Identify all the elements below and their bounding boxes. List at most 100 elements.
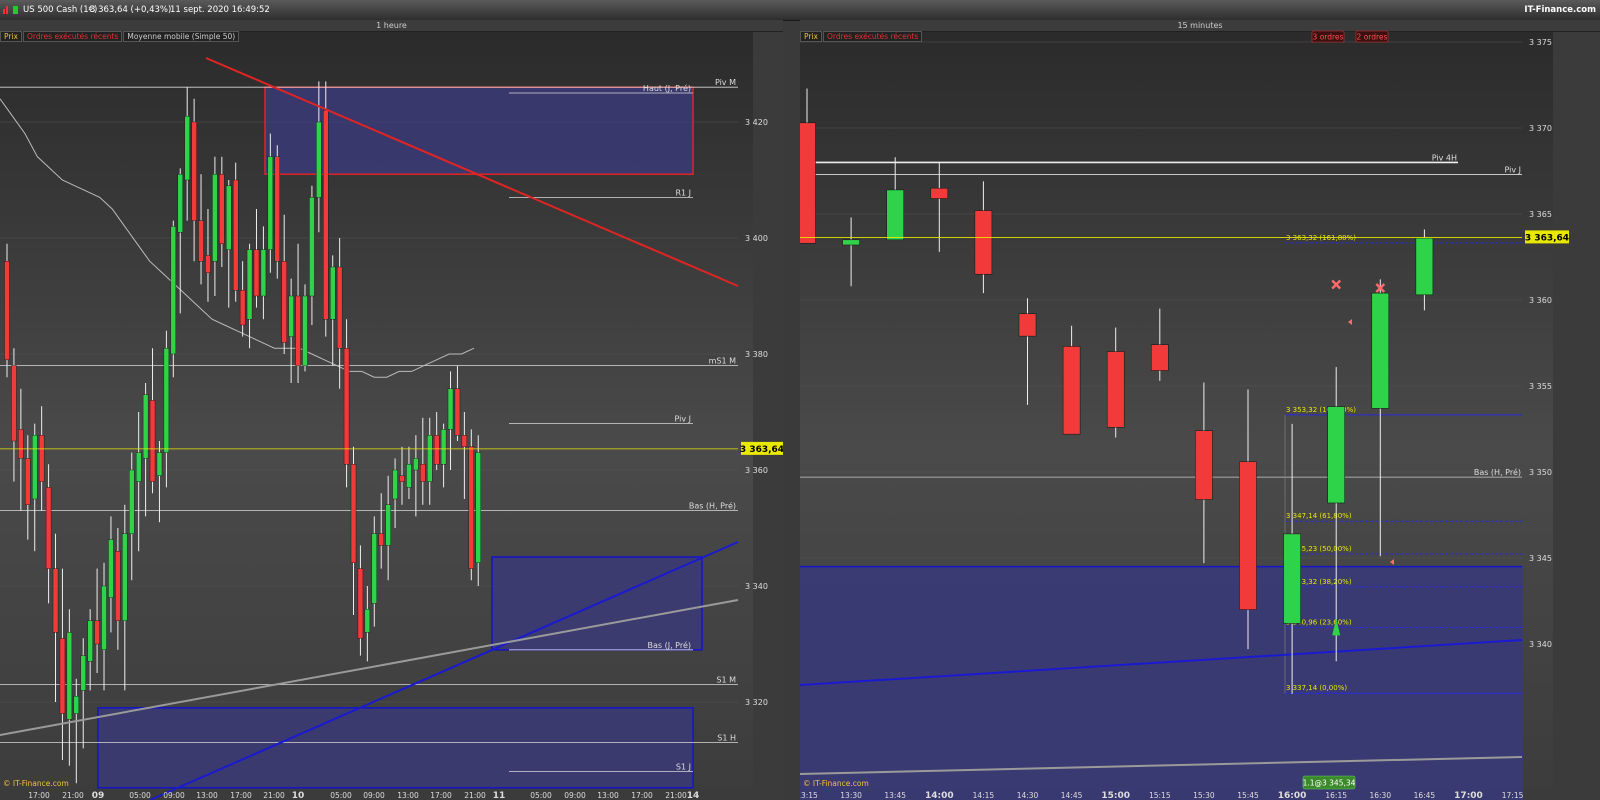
candle[interactable] (87, 620, 93, 662)
candle[interactable] (170, 226, 177, 355)
candle[interactable] (129, 469, 135, 534)
legend-recent-orders[interactable]: Ordres exécutés récents (823, 31, 923, 42)
candle[interactable] (1018, 313, 1037, 337)
candle[interactable] (1062, 346, 1081, 435)
intraday-chart-panel[interactable]: 15 minutes Piv 4H Piv J Bas (H, Pré) 3 363,… (800, 20, 1600, 800)
legend-price[interactable]: Prix (800, 31, 822, 42)
candle[interactable] (343, 348, 350, 465)
candle[interactable] (219, 173, 225, 244)
candle[interactable] (1151, 344, 1169, 371)
candle[interactable] (316, 121, 322, 198)
candle[interactable] (267, 156, 274, 250)
candle[interactable] (413, 458, 419, 471)
candle[interactable] (149, 400, 156, 482)
candle[interactable] (281, 260, 287, 343)
candle[interactable] (25, 458, 31, 505)
candle[interactable] (260, 249, 267, 297)
candle[interactable] (66, 632, 73, 720)
candle[interactable] (309, 197, 315, 297)
candle[interactable] (930, 187, 949, 199)
candle[interactable] (302, 295, 308, 366)
level-label: Piv M (715, 78, 736, 87)
hourly-chart[interactable]: Piv M Haut (J, Pré) R1 J mS1 M Piv J Bas (H, … (0, 20, 783, 800)
candle[interactable] (73, 696, 80, 714)
resistance-zone[interactable] (264, 86, 694, 175)
candle[interactable] (198, 220, 204, 262)
candle[interactable] (59, 638, 66, 714)
candle[interactable] (163, 348, 170, 453)
candle[interactable] (205, 255, 211, 273)
candle[interactable] (886, 189, 904, 241)
order-marker-icon[interactable] (1331, 279, 1342, 290)
candle[interactable] (427, 435, 433, 482)
candle[interactable] (1415, 237, 1434, 296)
candle[interactable] (239, 290, 246, 326)
candle[interactable] (378, 533, 384, 546)
candle[interactable] (177, 173, 183, 233)
candle[interactable] (406, 464, 412, 488)
price-tick-label: 3 400 (745, 234, 768, 243)
candle[interactable] (800, 122, 816, 244)
candle[interactable] (468, 446, 475, 569)
candle[interactable] (1195, 430, 1213, 500)
candle[interactable] (38, 435, 45, 482)
candle[interactable] (115, 551, 121, 622)
legend-recent-orders[interactable]: Ordres exécutés récents (23, 31, 123, 42)
candle[interactable] (392, 469, 398, 500)
candle[interactable] (357, 568, 364, 639)
candle[interactable] (385, 504, 391, 546)
candle[interactable] (156, 452, 163, 477)
status-icon[interactable] (12, 6, 19, 14)
candle[interactable] (974, 210, 993, 275)
support-zone-lower[interactable] (97, 707, 694, 789)
candle[interactable] (461, 435, 468, 448)
candle[interactable] (45, 487, 52, 569)
candle[interactable] (226, 185, 232, 250)
candle[interactable] (350, 464, 357, 564)
candle[interactable] (274, 156, 280, 262)
legend-price[interactable]: Prix (0, 31, 22, 42)
candle[interactable] (323, 110, 329, 320)
candle[interactable] (1327, 406, 1345, 504)
candle[interactable] (80, 655, 86, 691)
candle[interactable] (108, 539, 114, 598)
candle[interactable] (232, 179, 239, 291)
candle[interactable] (371, 533, 377, 604)
candle[interactable] (191, 121, 197, 221)
candle[interactable] (1106, 351, 1125, 428)
candle[interactable] (11, 365, 17, 442)
candle[interactable] (212, 173, 218, 262)
hourly-chart-panel[interactable]: 1 heure Piv M Haut (J, Pré) R1 JmS1 M Piv J… (0, 20, 783, 800)
candle[interactable] (94, 620, 100, 645)
candle[interactable] (1283, 533, 1301, 624)
candle[interactable] (295, 295, 301, 366)
candle[interactable] (475, 452, 481, 564)
candle[interactable] (447, 388, 454, 430)
candle[interactable] (440, 429, 447, 465)
candle[interactable] (122, 533, 128, 621)
candle[interactable] (330, 266, 336, 320)
candle[interactable] (253, 249, 260, 297)
intraday-chart[interactable]: Piv 4H Piv J Bas (H, Pré) 3 363,32 (161,80%… (800, 20, 1600, 800)
candle[interactable] (4, 260, 10, 360)
candle[interactable] (336, 266, 343, 349)
bar-chart-icon[interactable] (3, 6, 10, 14)
candle[interactable] (184, 115, 190, 181)
candle[interactable] (101, 585, 107, 650)
candle[interactable] (32, 435, 38, 500)
candle[interactable] (433, 435, 440, 465)
candle[interactable] (399, 475, 405, 482)
candle[interactable] (1239, 461, 1257, 610)
candle[interactable] (246, 249, 253, 320)
candle[interactable] (288, 295, 294, 337)
candle[interactable] (842, 239, 860, 246)
candle[interactable] (18, 429, 24, 459)
order-count-label: 2 ordres (1357, 33, 1388, 42)
candle[interactable] (1371, 292, 1390, 409)
legend-moving-average[interactable]: Moyenne mobile (Simple 50) (123, 31, 240, 42)
candle[interactable] (135, 452, 142, 482)
candle[interactable] (364, 609, 371, 633)
candle[interactable] (454, 388, 461, 436)
candle[interactable] (52, 568, 59, 633)
candle[interactable] (420, 464, 426, 482)
